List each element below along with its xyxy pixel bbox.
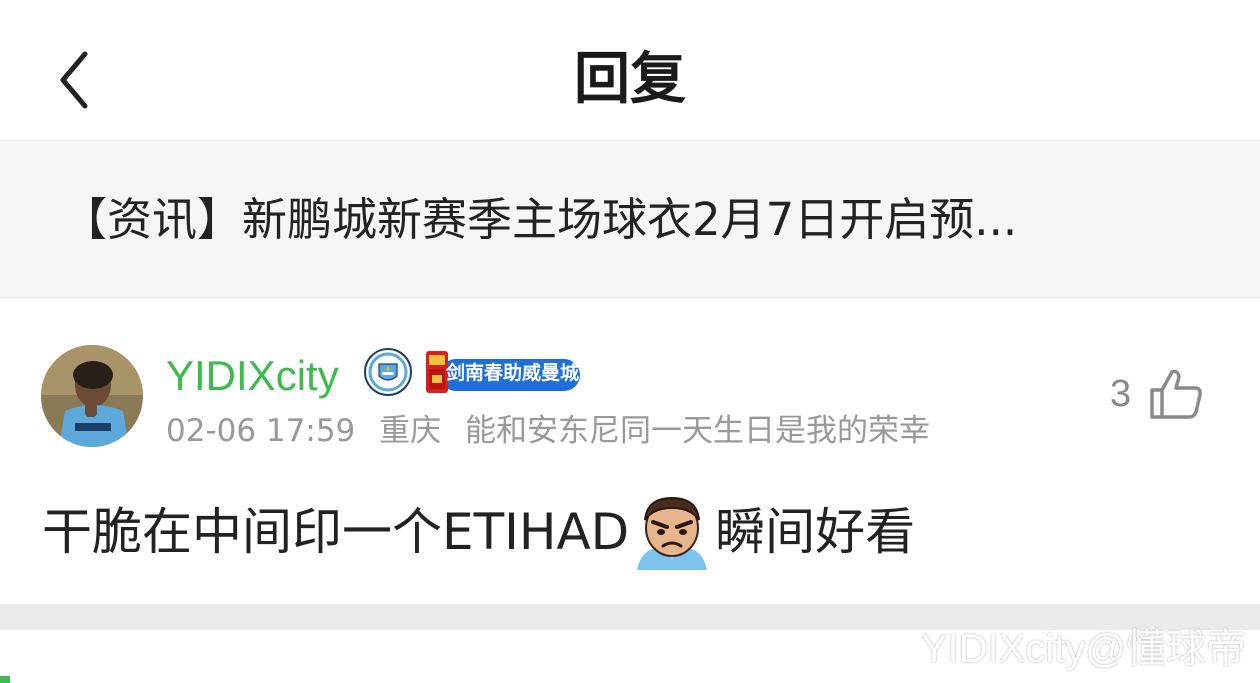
avatar[interactable] xyxy=(41,345,143,447)
comment-text-after: 瞬间好看 xyxy=(715,503,916,561)
reply-meta: 02-06 17:59 重庆 能和安东尼同一天生日是我的荣幸 xyxy=(166,410,944,452)
username[interactable]: YIDIXcity xyxy=(166,350,339,402)
like-count: 3 xyxy=(1110,372,1132,415)
top-bar: 回复 xyxy=(0,0,1260,141)
reply-time: 02-06 17:59 xyxy=(166,413,356,449)
back-button[interactable] xyxy=(40,40,110,120)
comment-text-before: 干脆在中间印一个ETIHAD xyxy=(42,503,630,561)
article-title[interactable]: 【资讯】新鹏城新赛季主场球衣2月7日开启预... xyxy=(62,188,1202,252)
like-button[interactable]: 3 xyxy=(1110,362,1220,426)
thumbs-up-icon xyxy=(1150,369,1202,419)
watermark: YIDIXcity@懂球帝 xyxy=(920,627,1246,671)
user-signature: 能和安东尼同一天生日是我的荣幸 xyxy=(465,413,930,449)
manchester-city-badge-icon xyxy=(364,348,412,396)
medal-label: 剑南春助威曼城 xyxy=(446,362,580,384)
chevron-left-icon xyxy=(60,51,88,109)
angry-face-emoji xyxy=(637,496,708,570)
reply-location: 重庆 xyxy=(379,413,442,449)
reply-content: 干脆在中间印一个ETIHAD 瞬间好看 xyxy=(42,494,915,570)
page-title: 回复 xyxy=(574,47,686,112)
